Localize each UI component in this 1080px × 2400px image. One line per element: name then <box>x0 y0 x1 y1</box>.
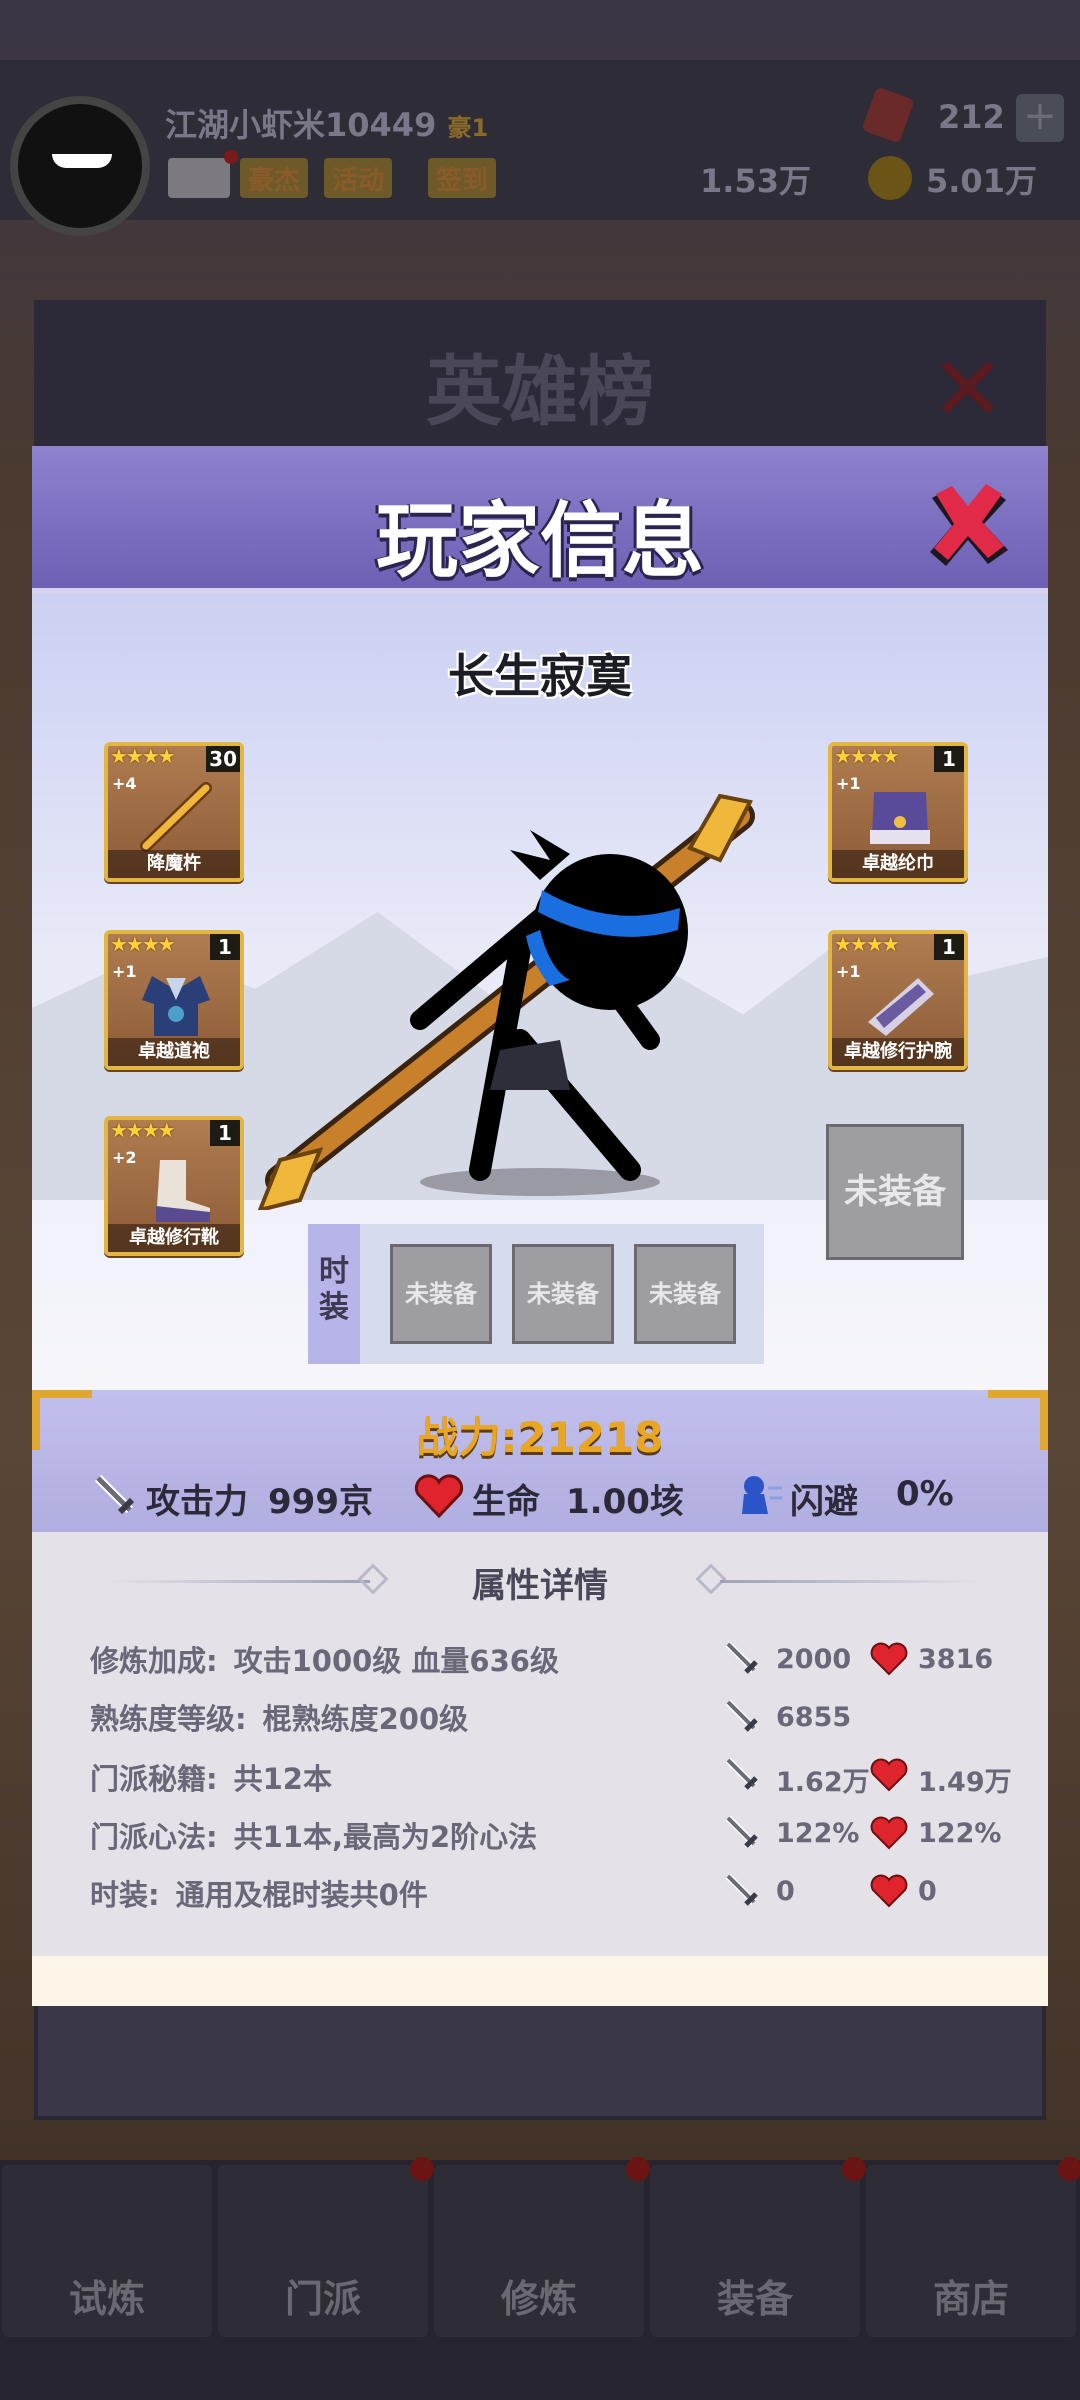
checkin-button[interactable]: 签到 <box>428 158 497 198</box>
equip-level: 1 <box>210 1120 240 1146</box>
power-short: 1.53万 <box>700 162 811 200</box>
equip-name: 卓越修行靴 <box>108 1224 240 1252</box>
hero-ranking-title: 英雄榜 <box>426 347 654 436</box>
heart-icon <box>870 1874 908 1908</box>
equip-stars: ★★★★ <box>834 932 900 956</box>
heart-icon <box>870 1758 908 1792</box>
hp-value: 1.00垓 <box>566 1482 684 1522</box>
attack-label: 攻击力 <box>146 1482 248 1522</box>
equip-stars: ★★★★ <box>834 744 900 768</box>
combat-power: 战力:21218 <box>416 1413 664 1462</box>
equip-level: 1 <box>210 934 240 960</box>
sword-icon <box>725 1699 758 1732</box>
equip-plus: +2 <box>112 1148 137 1167</box>
heart-icon <box>870 1642 908 1676</box>
boot-icon <box>156 1160 210 1222</box>
detail-row: 时装: 通用及棍时装共0件 <box>90 1878 428 1912</box>
equip-level: 30 <box>206 746 240 772</box>
vip-badge: 豪1 <box>447 114 489 142</box>
robe-icon <box>142 976 210 1036</box>
equip-robe[interactable]: ★★★★ 1 +1 卓越道袍 <box>104 930 244 1070</box>
fashion-slot-3[interactable]: 未装备 <box>634 1244 736 1344</box>
player-name: 江湖小虾米10449 豪1 <box>165 106 489 144</box>
equip-name: 降魔杵 <box>108 850 240 878</box>
player-nickname: 长生寂寞 <box>448 649 632 703</box>
nav-shop[interactable]: 商店 <box>866 2157 1080 2337</box>
gold-count: 5.01万 <box>926 162 1037 200</box>
equip-level: 1 <box>934 934 964 960</box>
equip-plus: +4 <box>112 774 137 793</box>
dodge-icon <box>742 1476 782 1514</box>
add-gem-button[interactable]: + <box>1016 94 1064 142</box>
detail-hp-value: 1.49万 <box>918 1767 1012 1798</box>
hp-label: 生命 <box>472 1482 540 1522</box>
dialog-title: 玩家信息 <box>375 494 704 589</box>
hero-ranking-close-icon[interactable]: ✕ <box>930 345 1005 435</box>
nav-equipment[interactable]: 装备 <box>650 2157 866 2337</box>
equip-hat[interactable]: ★★★★ 1 +1 卓越纶巾 <box>828 742 968 882</box>
sword-icon <box>725 1641 758 1674</box>
equip-plus: +1 <box>836 962 861 981</box>
equip-stars: ★★★★ <box>110 744 176 768</box>
haojie-button[interactable]: 豪杰 <box>240 158 309 198</box>
detail-atk-value: 2000 <box>776 1644 852 1675</box>
detail-atk-value: 0 <box>776 1876 795 1907</box>
top-bar <box>0 60 1080 220</box>
stickman-character <box>257 793 755 1210</box>
player-avatar[interactable] <box>10 96 150 236</box>
activity-button[interactable]: 活动 <box>324 158 393 198</box>
equip-boots[interactable]: ★★★★ 1 +2 卓越修行靴 <box>104 1116 244 1256</box>
dodge-label: 闪避 <box>790 1482 858 1522</box>
attack-value: 999京 <box>268 1482 373 1522</box>
equip-stars: ★★★★ <box>110 932 176 956</box>
heart-icon <box>414 1474 464 1518</box>
equip-plus: +1 <box>836 774 861 793</box>
sword-icon <box>725 1873 758 1906</box>
equip-weapon[interactable]: ★★★★ 30 +4 降魔杵 <box>104 742 244 882</box>
close-icon[interactable] <box>922 480 1014 572</box>
empty-equip-slot[interactable]: 未装备 <box>826 1124 964 1260</box>
gem-count: 212 <box>938 98 1005 136</box>
detail-atk-value: 6855 <box>776 1702 852 1733</box>
detail-atk-value: 1.62万 <box>776 1767 870 1798</box>
equip-name: 卓越修行护腕 <box>832 1038 964 1066</box>
dodge-value: 0% <box>896 1474 954 1514</box>
equip-stars: ★★★★ <box>110 1118 176 1142</box>
detail-row: 熟练度等级: 棍熟练度200级 <box>90 1702 469 1736</box>
heart-icon <box>870 1816 908 1850</box>
fashion-slot-2[interactable]: 未装备 <box>512 1244 614 1344</box>
gold-coin-icon <box>868 156 912 200</box>
staff-icon <box>140 782 212 852</box>
fashion-slot-1[interactable]: 未装备 <box>390 1244 492 1344</box>
sword-icon <box>94 1474 135 1515</box>
nav-sect[interactable]: 门派 <box>218 2157 434 2337</box>
equip-bracer[interactable]: ★★★★ 1 +1 卓越修行护腕 <box>828 930 968 1070</box>
fashion-tab[interactable]: 时装 <box>308 1224 360 1364</box>
equip-name: 卓越纶巾 <box>832 850 964 878</box>
equip-plus: +1 <box>112 962 137 981</box>
detail-hp-value: 122% <box>918 1818 1002 1849</box>
bracer-icon <box>868 978 934 1036</box>
detail-row: 门派心法: 共11本,最高为2阶心法 <box>90 1820 538 1854</box>
detail-atk-value: 122% <box>776 1818 860 1849</box>
hat-icon <box>870 792 930 844</box>
nav-trial[interactable]: 试炼 <box>2 2165 212 2337</box>
detail-hp-value: 3816 <box>918 1644 994 1675</box>
detail-row: 修炼加成: 攻击1000级 血量636级 <box>90 1644 559 1678</box>
mail-icon[interactable] <box>168 150 238 198</box>
equip-name: 卓越道袍 <box>108 1038 240 1066</box>
sword-icon <box>725 1757 758 1790</box>
divider-right <box>720 1580 980 1583</box>
nav-cultivate[interactable]: 修炼 <box>434 2157 650 2337</box>
sword-icon <box>725 1815 758 1848</box>
equip-level: 1 <box>934 746 964 772</box>
detail-row: 门派秘籍: 共12本 <box>90 1762 332 1796</box>
detail-hp-value: 0 <box>918 1876 937 1907</box>
